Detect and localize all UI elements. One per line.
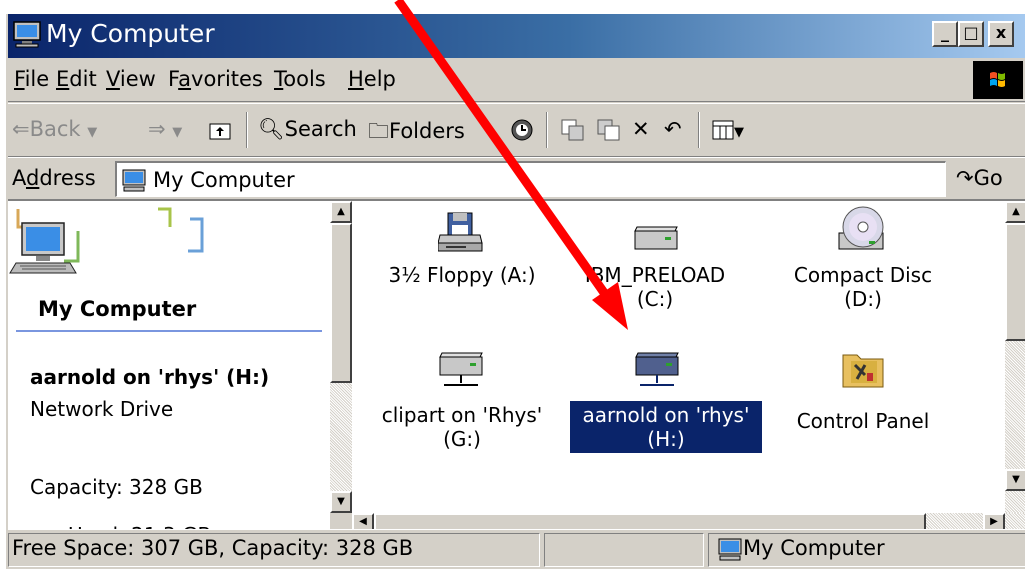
move-to-icon: [561, 119, 584, 141]
delete-button[interactable]: ✕: [632, 117, 650, 141]
standard-toolbar: ⇐Back ▼ ⇒ ▼ 🔍︎Search 🗀Folders ✕ ↶ ▼: [8, 103, 1025, 157]
minimize-button[interactable]: _: [932, 21, 958, 47]
menu-bar: File Edit View Favorites Tools Help: [8, 58, 1025, 102]
forward-arrow-icon: ⇒: [148, 117, 166, 141]
my-computer-icon: [718, 538, 742, 561]
drive-floppy-a[interactable]: 3½ Floppy (A:): [372, 209, 552, 329]
address-bar: Address My Computer ▼ ↷Go: [8, 157, 1025, 199]
up-folder-button[interactable]: [208, 117, 232, 141]
drive-network-h[interactable]: aarnold on 'rhys' (H:): [570, 347, 762, 467]
my-computer-large-icon: [9, 222, 77, 274]
scroll-down-button[interactable]: ▼: [330, 491, 352, 513]
drive-list-vscrollbar[interactable]: ▲ ▼: [1005, 201, 1025, 513]
network-drive-icon: [635, 352, 679, 386]
undo-button[interactable]: ↶: [664, 117, 682, 141]
dropdown-arrow-icon: ▼: [87, 125, 98, 140]
undo-icon: ↶: [664, 117, 682, 141]
scroll-down-button[interactable]: ▼: [1005, 469, 1025, 491]
toolbar-separator: [546, 112, 548, 148]
scroll-up-icon: ▲: [337, 206, 345, 217]
status-bar: Free Space: 307 GB, Capacity: 328 GB My …: [8, 529, 1025, 569]
drive-label: 3½ Floppy (A:): [388, 263, 536, 287]
go-button[interactable]: ↷Go: [956, 166, 1003, 190]
back-button[interactable]: ⇐Back ▼: [12, 117, 97, 141]
hard-drive-icon: [634, 226, 678, 250]
search-button[interactable]: 🔍︎Search: [258, 117, 357, 142]
drive-cd-d[interactable]: Compact Disc (D:): [768, 203, 958, 323]
scroll-down-icon: ▼: [1012, 474, 1020, 485]
details-capacity: Capacity: 328 GB: [30, 475, 203, 499]
back-arrow-icon: ⇐: [12, 117, 30, 141]
title-bar[interactable]: My Computer _ □ x: [8, 14, 1025, 58]
toolbar-separator: [698, 112, 700, 148]
window-title: My Computer: [46, 19, 215, 48]
scroll-thumb[interactable]: [1005, 223, 1025, 341]
close-button[interactable]: x: [988, 21, 1014, 47]
status-spacer: [544, 533, 704, 567]
task-pane-divider: [16, 330, 322, 332]
scroll-down-icon: ▼: [337, 496, 345, 507]
menu-tools[interactable]: Tools: [274, 67, 326, 91]
delete-icon: ✕: [632, 117, 650, 141]
copy-to-icon: [597, 119, 620, 141]
drive-label: clipart on 'Rhys' (G:): [381, 403, 543, 451]
history-button[interactable]: [510, 117, 534, 142]
my-computer-icon: [13, 21, 41, 48]
floppy-drive-icon: [438, 212, 483, 252]
explorer-window: My Computer _ □ x File Edit View Favorit…: [6, 14, 1025, 569]
dropdown-arrow-icon: ▼: [172, 125, 183, 140]
status-location: My Computer: [708, 533, 1025, 567]
details-name: aarnold on 'rhys' (H:): [30, 365, 270, 389]
views-button[interactable]: ▼: [712, 117, 744, 141]
status-info: Free Space: 307 GB, Capacity: 328 GB: [8, 533, 540, 567]
menu-edit[interactable]: Edit: [56, 67, 97, 91]
network-drive-icon: [439, 352, 483, 386]
folders-icon: 🗀: [368, 119, 389, 143]
task-pane: My Computer aarnold on 'rhys' (H:) Netwo…: [8, 201, 330, 531]
drive-label: Compact Disc (D:): [793, 263, 933, 311]
scroll-up-button[interactable]: ▲: [1005, 201, 1025, 223]
drive-local-c[interactable]: IBM_PRELOAD (C:): [570, 209, 740, 329]
search-icon: 🔍︎: [258, 117, 285, 141]
drive-label: aarnold on 'rhys' (H:): [570, 401, 762, 453]
address-label: Address: [12, 166, 96, 190]
scroll-right-icon: ▶: [990, 516, 998, 527]
drive-network-g[interactable]: clipart on 'Rhys' (G:): [372, 347, 552, 467]
content-area: My Computer aarnold on 'rhys' (H:) Netwo…: [8, 199, 1025, 531]
task-pane-title: My Computer: [38, 297, 197, 321]
address-input[interactable]: My Computer ▼: [115, 161, 946, 197]
control-panel-item[interactable]: Control Panel: [768, 347, 958, 467]
cd-drive-icon: [838, 206, 884, 250]
drive-list: 3½ Floppy (A:) IBM_PRELOAD (C:) Compact …: [352, 201, 1005, 513]
drive-label: IBM_PRELOAD (C:): [584, 263, 726, 311]
views-icon: [712, 120, 734, 140]
details-type: Network Drive: [30, 397, 174, 421]
maximize-button[interactable]: □: [958, 21, 984, 47]
menu-view[interactable]: View: [106, 67, 156, 91]
scroll-up-icon: ▲: [1012, 206, 1020, 217]
folders-button[interactable]: 🗀Folders: [368, 117, 465, 152]
scroll-thumb[interactable]: [330, 223, 352, 383]
task-pane-scrollbar[interactable]: ▲ ▼: [330, 201, 352, 513]
up-folder-icon: [209, 123, 231, 140]
windows-logo-icon: [973, 61, 1023, 99]
my-computer-icon: [122, 169, 146, 192]
menu-favorites[interactable]: Favorites: [168, 67, 263, 91]
copy-to-button[interactable]: [596, 117, 622, 142]
address-value: My Computer: [153, 168, 295, 192]
scroll-up-button[interactable]: ▲: [330, 201, 352, 223]
dropdown-arrow-icon: ▼: [734, 125, 744, 140]
control-panel-icon: [842, 354, 884, 388]
drive-label: Control Panel: [796, 409, 930, 433]
toolbar-separator: [246, 112, 248, 148]
scroll-left-icon: ◀: [359, 516, 367, 527]
menu-file[interactable]: File: [14, 67, 49, 91]
go-arrow-icon: ↷: [956, 166, 974, 190]
history-icon: [511, 119, 533, 141]
forward-button[interactable]: ⇒ ▼: [148, 117, 182, 141]
menu-help[interactable]: Help: [348, 67, 396, 91]
move-to-button[interactable]: [560, 117, 586, 142]
